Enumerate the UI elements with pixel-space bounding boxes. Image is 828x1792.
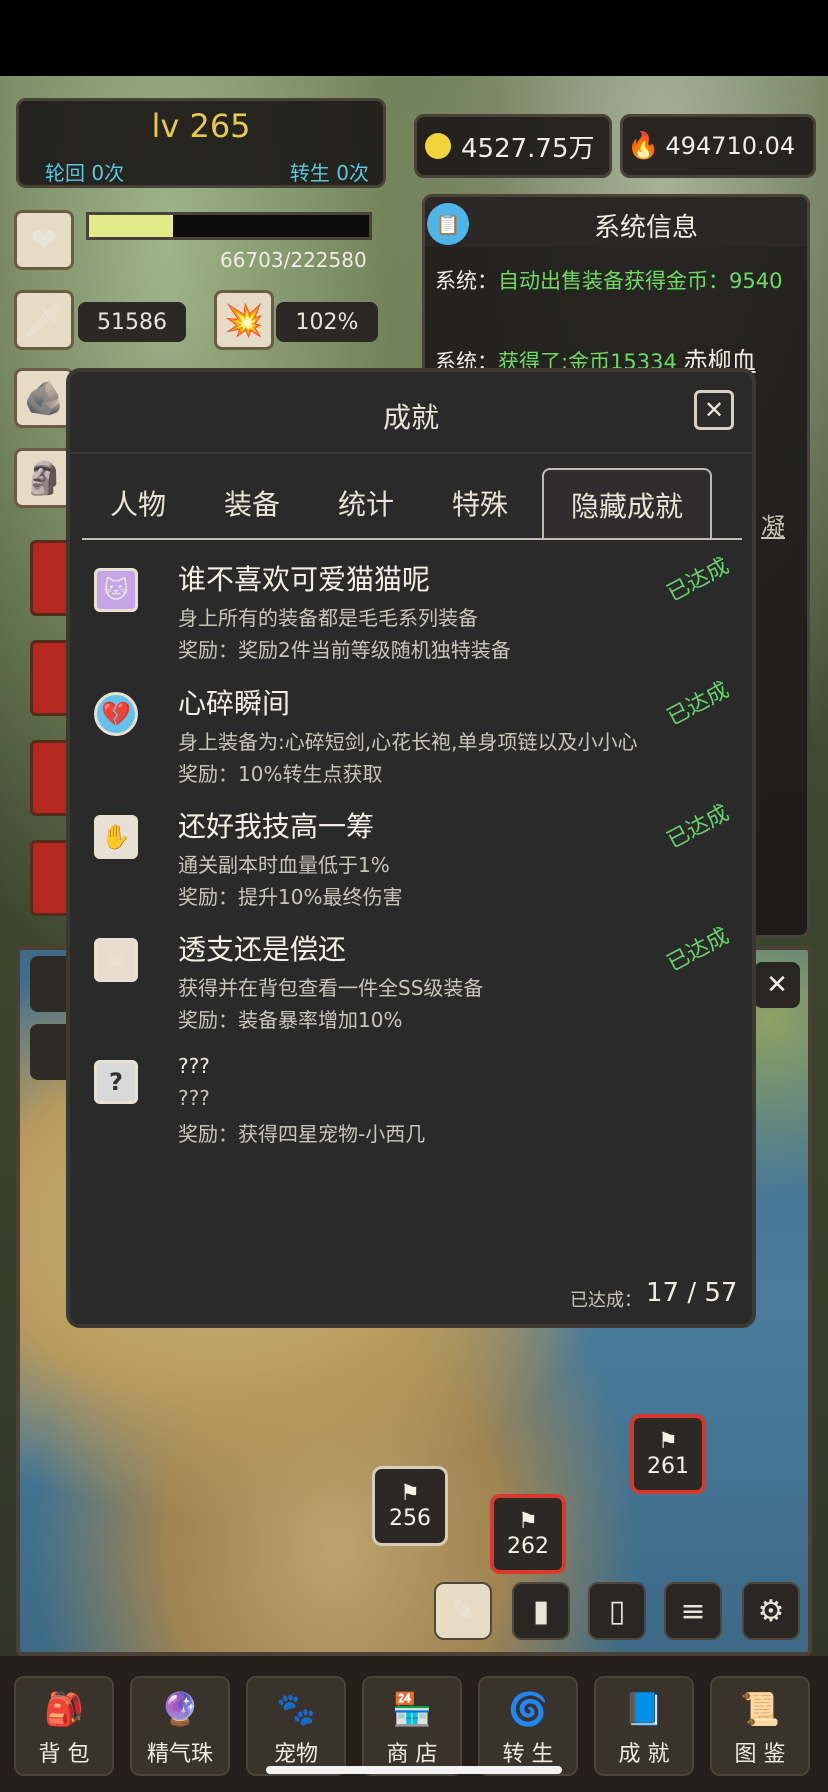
tab-statistics[interactable]: 统计 (316, 468, 416, 538)
sword-icon: 🗡 (14, 290, 74, 350)
level-panel: lv 265 轮回 0次 转生 0次 (16, 98, 386, 188)
skill-icon: ✋ (94, 815, 138, 859)
heart-icon: ❤ (14, 210, 74, 270)
home-indicator (266, 1766, 562, 1774)
map-close-button[interactable]: ✕ (754, 962, 800, 1008)
achievement-reward: 奖励：提升10%最终伤害 (178, 885, 403, 909)
skull-icon: ☠ (94, 938, 138, 982)
flag-level: 262 (507, 1534, 549, 1559)
nav-label: 转 生 (502, 1742, 554, 1767)
nav-codex[interactable]: 📜 图 鉴 (710, 1676, 810, 1776)
achievement-status: 已达成 (663, 677, 734, 731)
edit-icon[interactable]: ✎ (434, 1582, 492, 1640)
system-fragment: 凝 (761, 513, 785, 541)
modal-title: 成就 (382, 401, 439, 434)
achievement-status: 已达成 (663, 923, 734, 977)
system-info-title: 系统信息 (593, 213, 698, 243)
tab-equipment[interactable]: 装备 (202, 468, 302, 538)
modal-divider (70, 452, 752, 454)
nav-pet[interactable]: 🐾 宠物 (246, 1676, 346, 1776)
shop-icon: 🏪 (392, 1690, 432, 1728)
nav-label: 精气珠 (146, 1742, 213, 1767)
broken-heart-icon: 💔 (94, 692, 138, 736)
tab-underline (82, 538, 742, 540)
achievement-desc: 通关副本时血量低于1% (178, 853, 390, 877)
nav-label: 成 就 (618, 1742, 670, 1767)
achievement-desc: 身上装备为:心碎短剑,心花长袍,单身项链以及小小心 (178, 730, 638, 754)
book-icon[interactable]: ▯ (588, 1582, 646, 1640)
codex-icon: 📜 (740, 1690, 780, 1728)
tab-hidden-achievements[interactable]: 隐藏成就 (542, 468, 712, 540)
sliders-icon[interactable]: ≡ (664, 1582, 722, 1640)
achievement-desc: 获得并在背包查看一件全SS级装备 (178, 976, 484, 1000)
gold-amount: 4527.75万 (461, 133, 595, 164)
system-msg-text: 自动出售装备获得金币：9540 (498, 269, 783, 293)
achievement-reward: 奖励：装备暴率增加10% (178, 1008, 403, 1032)
clipboard-icon: 📋 (427, 203, 469, 245)
nav-label: 背 包 (38, 1742, 90, 1767)
achievement-title: 透支还是偿还 (178, 933, 347, 966)
fire-counter: 🔥 494710.04 (620, 114, 816, 178)
flag-icon: ⚑ (400, 1481, 420, 1506)
attack-value: 51586 (78, 302, 186, 342)
achievement-reward: 奖励：奖励2件当前等级随机独特装备 (178, 638, 511, 662)
achievement-modal: 成就 ✕ 人物 装备 统计 特殊 隐藏成就 🐱 谁不喜欢可爱猫猫呢 身上所有的装… (66, 368, 756, 1328)
orb-icon: 🔮 (160, 1690, 200, 1728)
achievement-desc: ??? (178, 1086, 210, 1110)
hp-bar (86, 212, 372, 240)
tab-character[interactable]: 人物 (88, 468, 188, 538)
nav-label: 图 鉴 (734, 1742, 786, 1767)
map-flag-256[interactable]: ⚑ 256 (372, 1466, 448, 1546)
crit-icon: 💥 (214, 290, 274, 350)
lunhui-count: 轮回 0次 (45, 161, 125, 185)
achievement-title: 心碎瞬间 (178, 687, 291, 720)
achievement-icon: 📘 (624, 1690, 664, 1728)
gold-counter: 4527.75万 (414, 114, 612, 178)
cat-icon: 🐱 (94, 568, 138, 612)
question-icon: ? (94, 1060, 138, 1104)
flag-level: 256 (389, 1506, 431, 1531)
nav-label: 商 店 (386, 1742, 438, 1767)
gear-icon[interactable]: ⚙ (742, 1582, 800, 1640)
map-flag-261[interactable]: ⚑ 261 (630, 1414, 706, 1494)
achievement-status: 已达成 (663, 553, 734, 607)
rebirth-icon: 🌀 (508, 1690, 548, 1728)
pet-icon: 🐾 (276, 1690, 316, 1728)
achievement-title: 谁不喜欢可爱猫猫呢 (178, 563, 431, 596)
achievement-reward: 奖励：10%转生点获取 (178, 762, 383, 786)
hp-text: 66703/222580 (220, 248, 367, 272)
tab-special[interactable]: 特殊 (430, 468, 530, 538)
rock-icon: 🪨 (14, 368, 74, 428)
nav-label: 宠物 (273, 1742, 318, 1767)
flag-icon: ⚑ (658, 1429, 678, 1454)
zhuansheng-count: 转生 0次 (289, 161, 369, 185)
fire-amount: 494710.04 (665, 132, 796, 160)
hp-bar-fill (89, 215, 173, 237)
bag-icon: 🎒 (44, 1690, 84, 1728)
flag-icon: ⚑ (518, 1509, 538, 1534)
nav-bag[interactable]: 🎒 背 包 (14, 1676, 114, 1776)
crit-value: 102% (276, 302, 378, 342)
fire-icon: 🔥 (627, 131, 660, 161)
system-msg-1: 系统：自动出售装备获得金币：9540 (435, 263, 795, 299)
chart-icon[interactable]: ▮ (512, 1582, 570, 1640)
gold-coin-icon (425, 133, 451, 159)
system-prefix: 系统： (435, 269, 498, 293)
progress-value: 17 / 57 (646, 1278, 738, 1308)
achievement-status: 已达成 (663, 800, 734, 854)
nav-rebirth[interactable]: 🌀 转 生 (478, 1676, 578, 1776)
nav-shop[interactable]: 🏪 商 店 (362, 1676, 462, 1776)
nav-achievement[interactable]: 📘 成 就 (594, 1676, 694, 1776)
map-flag-262[interactable]: ⚑ 262 (490, 1494, 566, 1574)
achievement-title: 还好我技高一筹 (178, 810, 375, 843)
progress-label: 已达成： (570, 1290, 642, 1311)
achievement-title: ??? (178, 1054, 210, 1078)
flag-level: 261 (647, 1454, 689, 1479)
achievement-desc: 身上所有的装备都是毛毛系列装备 (178, 606, 478, 630)
close-icon[interactable]: ✕ (694, 390, 734, 430)
golem-icon: 🗿 (14, 448, 74, 508)
achievement-reward: 奖励：获得四星宠物-小西几 (178, 1122, 426, 1146)
nav-orb[interactable]: 🔮 精气珠 (130, 1676, 230, 1776)
level-text: lv 265 (151, 107, 251, 145)
